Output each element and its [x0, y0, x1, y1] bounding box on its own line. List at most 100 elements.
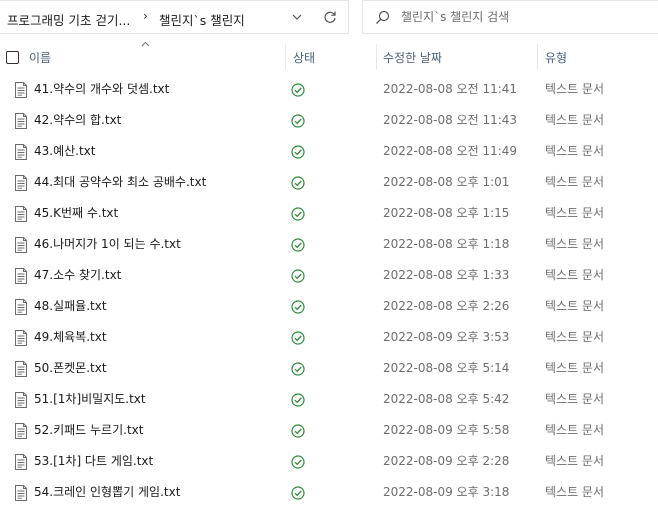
file-row[interactable]: 50.폰켓몬.txt 2022-08-08 오후 5:14 텍스트 문서 — [0, 353, 658, 384]
search-box[interactable] — [362, 0, 658, 34]
file-modified-date: 2022-08-09 오후 3:18 — [383, 485, 510, 499]
text-document-icon — [14, 454, 28, 470]
text-document-icon — [14, 299, 28, 315]
sync-ok-icon — [291, 486, 305, 500]
file-modified-date: 2022-08-08 오후 2:26 — [383, 299, 510, 313]
sync-ok-icon — [291, 207, 305, 221]
sync-ok-icon — [291, 176, 305, 190]
file-type: 텍스트 문서 — [545, 330, 605, 344]
chevron-down-icon[interactable] — [290, 10, 304, 24]
file-row[interactable]: 48.실패율.txt 2022-08-08 오후 2:26 텍스트 문서 — [0, 291, 658, 322]
sync-ok-icon — [291, 114, 305, 128]
file-row[interactable]: 41.약수의 개수와 덧셈.txt 2022-08-08 오전 11:41 텍스트 … — [0, 74, 658, 105]
file-name[interactable]: 45.K번째 수.txt — [34, 198, 118, 228]
file-row[interactable]: 42.약수의 합.txt 2022-08-08 오전 11:43 텍스트 문서 — [0, 105, 658, 136]
file-type: 텍스트 문서 — [545, 485, 605, 499]
file-row[interactable]: 54.크레인 인형뽑기 게임.txt 2022-08-09 오후 3:18 텍스트 … — [0, 477, 658, 508]
column-header: 이름 상태 수정한 날짜 유형 — [0, 40, 658, 74]
file-row[interactable]: 43.예산.txt 2022-08-08 오전 11:49 텍스트 문서 — [0, 136, 658, 167]
column-header-status[interactable]: 상태 — [293, 40, 373, 74]
file-name[interactable]: 49.체육복.txt — [34, 322, 107, 352]
file-row[interactable]: 49.체육복.txt 2022-08-09 오후 3:53 텍스트 문서 — [0, 322, 658, 353]
text-document-icon — [14, 237, 28, 253]
column-divider[interactable] — [376, 44, 377, 70]
file-row[interactable]: 44.최대 공약수와 최소 공배수.txt 2022-08-08 오후 1:01 텍… — [0, 167, 658, 198]
sync-ok-icon — [291, 362, 305, 376]
file-name[interactable]: 54.크레인 인형뽑기 게임.txt — [34, 477, 180, 507]
file-row[interactable]: 45.K번째 수.txt 2022-08-08 오후 1:15 텍스트 문서 — [0, 198, 658, 229]
file-name[interactable]: 48.실패율.txt — [34, 291, 107, 321]
search-icon — [376, 10, 390, 24]
file-modified-date: 2022-08-09 오후 2:28 — [383, 454, 510, 468]
file-type: 텍스트 문서 — [545, 299, 605, 313]
file-modified-date: 2022-08-09 오후 5:58 — [383, 423, 510, 437]
file-type: 텍스트 문서 — [545, 268, 605, 282]
file-modified-date: 2022-08-08 오후 1:15 — [383, 206, 510, 220]
top-bar: 프로그래밍 기초 걷기... › 챌린지`s 챌린지 — [0, 0, 658, 34]
file-name[interactable]: 43.예산.txt — [34, 136, 96, 166]
file-type: 텍스트 문서 — [545, 454, 605, 468]
file-row[interactable]: 51.[1차]비밀지도.txt 2022-08-08 오후 5:42 텍스트 문서 — [0, 384, 658, 415]
column-divider[interactable] — [537, 44, 538, 70]
sync-ok-icon — [291, 300, 305, 314]
file-name[interactable]: 52.키패드 누르기.txt — [34, 415, 143, 445]
text-document-icon — [14, 485, 28, 501]
file-type: 텍스트 문서 — [545, 82, 605, 96]
column-header-type[interactable]: 유형 — [545, 40, 655, 74]
text-document-icon — [14, 144, 28, 160]
file-row[interactable]: 46.나머지가 1이 되는 수.txt 2022-08-08 오후 1:18 텍스트… — [0, 229, 658, 260]
sync-ok-icon — [291, 393, 305, 407]
file-type: 텍스트 문서 — [545, 144, 605, 158]
text-document-icon — [14, 392, 28, 408]
text-document-icon — [14, 423, 28, 439]
refresh-icon[interactable] — [322, 9, 338, 25]
file-modified-date: 2022-08-08 오전 11:43 — [383, 113, 518, 127]
file-name[interactable]: 47.소수 찾기.txt — [34, 260, 121, 290]
file-name[interactable]: 46.나머지가 1이 되는 수.txt — [34, 229, 181, 259]
sync-ok-icon — [291, 269, 305, 283]
text-document-icon — [14, 82, 28, 98]
breadcrumb-separator: › — [143, 9, 148, 23]
file-row[interactable]: 47.소수 찾기.txt 2022-08-08 오후 1:33 텍스트 문서 — [0, 260, 658, 291]
search-input[interactable] — [401, 1, 651, 33]
file-type: 텍스트 문서 — [545, 423, 605, 437]
breadcrumb-parent[interactable]: 프로그래밍 기초 걷기... — [7, 10, 130, 29]
file-modified-date: 2022-08-08 오후 5:14 — [383, 361, 510, 375]
file-type: 텍스트 문서 — [545, 113, 605, 127]
column-divider[interactable] — [285, 44, 286, 70]
text-document-icon — [14, 206, 28, 222]
text-document-icon — [14, 175, 28, 191]
file-name[interactable]: 44.최대 공약수와 최소 공배수.txt — [34, 167, 206, 197]
file-type: 텍스트 문서 — [545, 206, 605, 220]
text-document-icon — [14, 268, 28, 284]
file-modified-date: 2022-08-08 오후 1:18 — [383, 237, 510, 251]
file-modified-date: 2022-08-09 오후 3:53 — [383, 330, 510, 344]
file-modified-date: 2022-08-08 오전 11:49 — [383, 144, 518, 158]
sync-ok-icon — [291, 238, 305, 252]
file-list: 41.약수의 개수와 덧셈.txt 2022-08-08 오전 11:41 텍스트 … — [0, 74, 658, 508]
file-modified-date: 2022-08-08 오후 1:01 — [383, 175, 510, 189]
file-type: 텍스트 문서 — [545, 361, 605, 375]
file-type: 텍스트 문서 — [545, 392, 605, 406]
file-name[interactable]: 53.[1차] 다트 게임.txt — [34, 446, 153, 476]
sync-ok-icon — [291, 331, 305, 345]
text-document-icon — [14, 361, 28, 377]
file-name[interactable]: 51.[1차]비밀지도.txt — [34, 384, 146, 414]
file-type: 텍스트 문서 — [545, 237, 605, 251]
address-bar[interactable]: 프로그래밍 기초 걷기... › 챌린지`s 챌린지 — [0, 0, 349, 34]
sync-ok-icon — [291, 424, 305, 438]
file-name[interactable]: 41.약수의 개수와 덧셈.txt — [34, 74, 169, 104]
text-document-icon — [14, 330, 28, 346]
text-document-icon — [14, 113, 28, 129]
file-name[interactable]: 50.폰켓몬.txt — [34, 353, 107, 383]
column-header-modified[interactable]: 수정한 날짜 — [383, 40, 533, 74]
file-row[interactable]: 53.[1차] 다트 게임.txt 2022-08-09 오후 2:28 텍스트 문… — [0, 446, 658, 477]
breadcrumb-current[interactable]: 챌린지`s 챌린지 — [159, 10, 245, 29]
column-header-name[interactable]: 이름 — [29, 40, 284, 74]
file-name[interactable]: 42.약수의 합.txt — [34, 105, 121, 135]
file-row[interactable]: 52.키패드 누르기.txt 2022-08-09 오후 5:58 텍스트 문서 — [0, 415, 658, 446]
file-modified-date: 2022-08-08 오후 5:42 — [383, 392, 510, 406]
file-modified-date: 2022-08-08 오후 1:33 — [383, 268, 510, 282]
sync-ok-icon — [291, 83, 305, 97]
file-modified-date: 2022-08-08 오전 11:41 — [383, 82, 518, 96]
